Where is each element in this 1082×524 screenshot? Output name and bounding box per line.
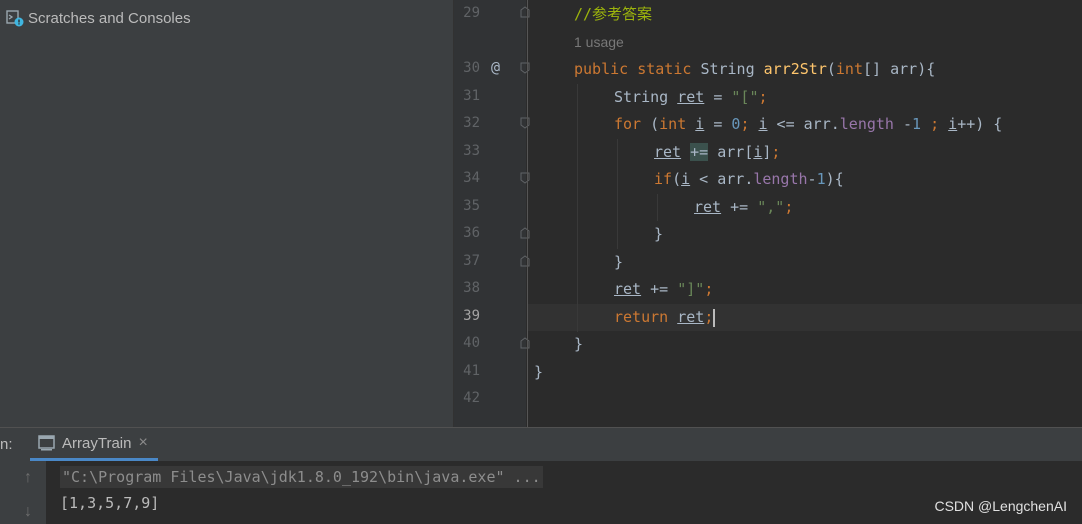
scratches-label: Scratches and Consoles <box>28 9 191 27</box>
run-panel: n: ArrayTrain × ↑ ↓ "C:\Program Files\Ja… <box>0 427 1082 524</box>
tab-title: ArrayTrain <box>62 434 132 452</box>
code-line-31: String ret = "["; <box>614 88 768 106</box>
fold-marker-icon[interactable] <box>520 6 530 18</box>
fold-marker-icon[interactable] <box>520 117 530 129</box>
code-line-40: } <box>574 335 584 353</box>
code-line-33: ret += arr[i]; <box>654 143 781 161</box>
code-line-32: for (int i = 0; i <= arr.length -1 ; i++… <box>614 115 1003 133</box>
code-line-29: //参考答案 <box>574 1 652 28</box>
line-number: 42 <box>463 390 480 406</box>
scroll-up-icon[interactable]: ↑ <box>18 469 38 489</box>
line-number: 41 <box>463 363 480 379</box>
fold-marker-icon[interactable] <box>520 227 530 239</box>
close-icon[interactable]: × <box>138 434 147 452</box>
code-line-38: ret += "]"; <box>614 280 714 298</box>
line-number: 34 <box>463 170 480 186</box>
current-line-highlight <box>528 304 1082 331</box>
line-number-current: 39 <box>463 308 480 324</box>
fold-marker-icon[interactable] <box>520 255 530 267</box>
run-panel-header: n: ArrayTrain × <box>0 428 1082 461</box>
run-toolbar: ↑ ↓ <box>0 461 46 524</box>
line-number: 40 <box>463 335 480 351</box>
code-line-35: ret += ","; <box>694 198 794 216</box>
indent-guide <box>657 194 658 221</box>
usage-hint[interactable]: 1 usage <box>574 29 624 56</box>
run-panel-label: n: <box>0 436 13 453</box>
indent-guide <box>617 139 618 249</box>
indent-guide <box>577 84 578 332</box>
text-caret <box>713 308 716 327</box>
code-line-36: } <box>654 225 664 243</box>
code-line-39: return ret; <box>614 308 716 327</box>
fold-marker-icon[interactable] <box>520 172 530 184</box>
run-config-icon <box>38 435 55 451</box>
code-line-34: if(i < arr.length-1){ <box>654 170 844 188</box>
code-line-37: } <box>614 253 624 271</box>
line-number: 33 <box>463 143 480 159</box>
console-output: [1,3,5,7,9] <box>60 494 160 512</box>
fold-marker-icon[interactable] <box>520 337 530 349</box>
scratches-and-consoles-item[interactable]: Scratches and Consoles <box>6 7 191 29</box>
watermark: CSDN @LengchenAI <box>934 498 1067 514</box>
override-marker-icon[interactable]: @ <box>491 58 500 76</box>
code-comment: //参考答案 <box>574 5 653 23</box>
tab-arraytrain[interactable]: ArrayTrain × <box>30 428 158 461</box>
fold-marker-icon[interactable] <box>520 62 530 74</box>
scratches-icon <box>6 10 24 27</box>
line-number: 36 <box>463 225 480 241</box>
code-line-41: } <box>534 363 544 381</box>
project-panel: Scratches and Consoles <box>0 0 454 427</box>
scroll-down-icon[interactable]: ↓ <box>18 503 38 523</box>
line-number: 29 <box>463 5 480 21</box>
gutter-divider <box>527 0 528 427</box>
code-editor[interactable]: 29 30 31 32 33 34 35 36 37 38 39 40 41 4… <box>454 0 1082 427</box>
line-number: 35 <box>463 198 480 214</box>
console-command-line[interactable]: "C:\Program Files\Java\jdk1.8.0_192\bin\… <box>60 466 543 488</box>
line-number: 32 <box>463 115 480 131</box>
code-line-30: public static String arr2Str(int[] arr){ <box>574 60 936 78</box>
line-number: 30 <box>463 60 480 76</box>
line-number: 38 <box>463 280 480 296</box>
line-number: 37 <box>463 253 480 269</box>
line-number: 31 <box>463 88 480 104</box>
editor-gutter: 29 30 31 32 33 34 35 36 37 38 39 40 41 4… <box>454 0 530 427</box>
